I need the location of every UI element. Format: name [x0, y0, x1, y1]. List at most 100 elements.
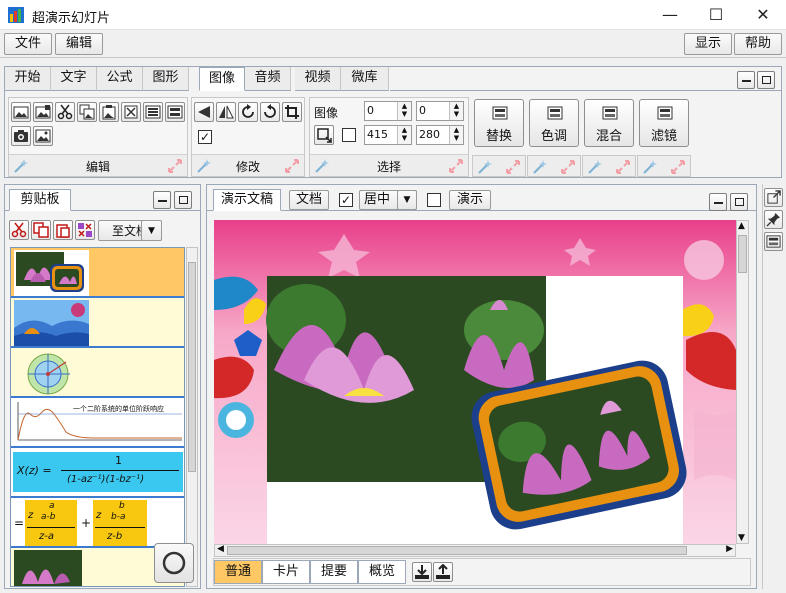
width-input[interactable]: 415 ▲ ▼ [364, 125, 412, 145]
present-checkbox[interactable] [427, 193, 441, 207]
menu-edit[interactable]: 编辑 [55, 33, 103, 55]
modify-checkbox[interactable]: ✓ [198, 130, 212, 144]
align-rows-icon[interactable] [143, 102, 163, 122]
list-item[interactable] [11, 348, 184, 398]
cut-icon[interactable] [55, 102, 75, 122]
view-tab-normal[interactable]: 普通 [214, 560, 262, 584]
scroll-left-icon[interactable]: ◀ [217, 544, 224, 554]
clip-copy-icon[interactable] [31, 220, 51, 240]
minimize-button[interactable]: — [647, 0, 693, 30]
list-item[interactable]: = z a a-b z-a + z b b-a z-b [11, 498, 184, 548]
document-button[interactable]: 文档 [289, 190, 329, 210]
list-item[interactable] [11, 298, 184, 348]
blend-button[interactable]: 混合 [584, 99, 634, 147]
menu-view[interactable]: 显示 [684, 33, 732, 55]
list-item[interactable]: 一个二阶系统的单位阶跃响应 [11, 398, 184, 448]
expand-arrows-icon[interactable] [448, 158, 464, 174]
height-input[interactable]: 280 ▲ ▼ [416, 125, 464, 145]
view-tab-overview[interactable]: 概览 [358, 560, 406, 584]
expand-arrows-icon[interactable] [505, 159, 521, 175]
spin-arrows-icon[interactable]: ▲ ▼ [397, 126, 411, 144]
filter-button[interactable]: 滤镜 [639, 99, 689, 147]
document-checkbox[interactable]: ✓ [339, 193, 353, 207]
flip-left-icon[interactable] [194, 102, 214, 122]
expand-arrows-icon[interactable] [615, 159, 631, 175]
maximize-button[interactable]: ☐ [693, 0, 739, 30]
crop-icon[interactable] [282, 102, 302, 122]
tab-formula[interactable]: 公式 [97, 67, 143, 91]
view-tab-cards[interactable]: 卡片 [262, 560, 310, 584]
tab-video[interactable]: 视频 [295, 67, 341, 91]
spin-arrows-icon[interactable]: ▲ ▼ [449, 102, 463, 120]
clip-paste-icon[interactable] [53, 220, 73, 240]
scroll-up-icon[interactable]: ▲ [738, 221, 745, 231]
insert-image-icon[interactable] [11, 102, 31, 122]
clip-clear-icon[interactable] [75, 220, 95, 240]
x-input[interactable]: 0 ▲ ▼ [364, 101, 412, 121]
export-icon[interactable] [433, 562, 453, 582]
expand-arrows-icon[interactable] [167, 158, 183, 174]
popout-icon[interactable] [764, 188, 783, 207]
import-icon[interactable] [412, 562, 432, 582]
canvas-horizontal-scrollbar[interactable]: ◀ ▶ [214, 544, 736, 557]
present-button[interactable]: 演示 [449, 190, 491, 210]
flip-horizontal-icon[interactable] [216, 102, 236, 122]
scrollbar-thumb[interactable] [227, 546, 687, 555]
list-item[interactable] [11, 248, 184, 298]
tone-button[interactable]: 色调 [529, 99, 579, 147]
document-restore-button[interactable] [730, 193, 748, 211]
scrollbar-thumb[interactable] [188, 262, 196, 472]
tab-presentation[interactable]: 演示文稿 [213, 189, 281, 211]
canvas-vertical-scrollbar[interactable]: ▲ ▼ [736, 220, 749, 544]
copy-image-icon[interactable] [77, 102, 97, 122]
paste-image-icon[interactable] [99, 102, 119, 122]
ribbon-restore-button[interactable] [757, 71, 775, 89]
record-button[interactable] [154, 543, 194, 583]
expand-arrows-icon[interactable] [284, 158, 300, 174]
clip-cut-icon[interactable] [9, 220, 29, 240]
list-item[interactable]: X(z) = 1 (1-az⁻¹)(1-bz⁻¹) [11, 448, 184, 498]
menu-help[interactable]: 帮助 [734, 33, 782, 55]
panel-icon[interactable] [764, 232, 783, 251]
magic-wand-icon [533, 160, 547, 174]
tab-image[interactable]: 图像 [199, 67, 245, 91]
select-checkbox[interactable] [342, 128, 356, 142]
delete-image-icon[interactable] [121, 102, 141, 122]
clipboard-scrollbar[interactable] [186, 247, 198, 587]
document-minimize-button[interactable] [709, 193, 727, 211]
view-tab-outline[interactable]: 提要 [310, 560, 358, 584]
expand-arrows-icon[interactable] [560, 159, 576, 175]
to-document-dropdown-icon[interactable]: ▼ [141, 220, 162, 241]
rotate-left-icon[interactable] [260, 102, 280, 122]
tab-start[interactable]: 开始 [5, 67, 51, 91]
image-icon[interactable] [33, 126, 53, 146]
clipboard-minimize-button[interactable] [153, 191, 171, 209]
formula2-equals: = [14, 516, 25, 530]
spin-arrows-icon[interactable]: ▲ ▼ [397, 102, 411, 120]
scroll-right-icon[interactable]: ▶ [726, 544, 733, 554]
clipboard-restore-button[interactable] [174, 191, 192, 209]
spin-arrows-icon[interactable]: ▲ ▼ [449, 126, 463, 144]
menu-file[interactable]: 文件 [4, 33, 52, 55]
ribbon-minimize-button[interactable] [737, 71, 755, 89]
filter-footer [637, 155, 691, 177]
rotate-right-icon[interactable] [238, 102, 258, 122]
scroll-down-icon[interactable]: ▼ [738, 533, 745, 543]
select-frame-icon[interactable] [314, 125, 334, 145]
tab-clipboard[interactable]: 剪贴板 [9, 189, 71, 211]
align-dropdown-icon[interactable]: ▼ [397, 190, 417, 210]
y-input[interactable]: 0 ▲ ▼ [416, 101, 464, 121]
add-image-icon[interactable] [33, 102, 53, 122]
expand-arrows-icon[interactable] [670, 159, 686, 175]
layout-icon[interactable] [165, 102, 185, 122]
replace-button[interactable]: 替换 [474, 99, 524, 147]
close-button[interactable]: ✕ [740, 0, 786, 30]
tab-library[interactable]: 微库 [341, 67, 389, 91]
camera-icon[interactable] [11, 126, 31, 146]
tab-text[interactable]: 文字 [51, 67, 97, 91]
tab-audio[interactable]: 音频 [245, 67, 291, 91]
slide-canvas[interactable] [214, 220, 736, 544]
pin-icon[interactable] [764, 210, 783, 229]
tab-shape[interactable]: 图形 [143, 67, 189, 91]
scrollbar-thumb[interactable] [738, 235, 747, 273]
